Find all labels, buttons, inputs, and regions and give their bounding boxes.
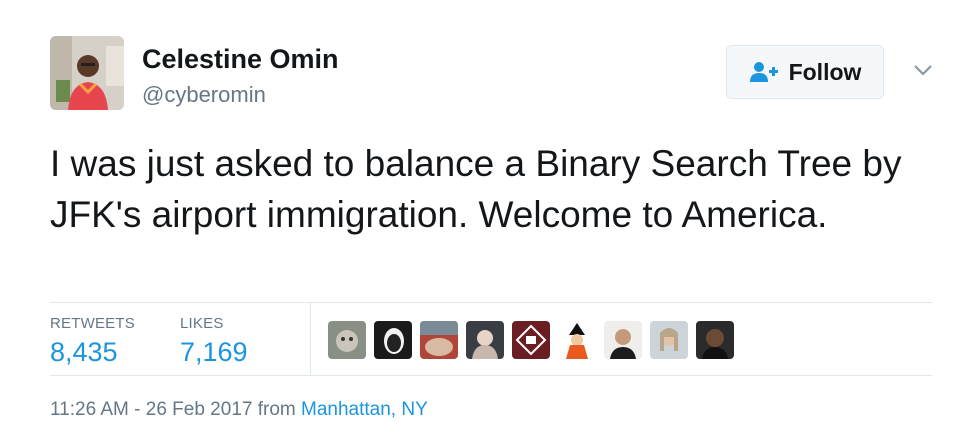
liker-avatar[interactable]: [374, 321, 412, 359]
retweets-label: RETWEETS: [50, 315, 135, 332]
liker-avatar[interactable]: [650, 321, 688, 359]
likers-avatars: [328, 321, 734, 359]
tweet-metadata: 11:26 AM - 26 Feb 2017 from Manhattan, N…: [50, 399, 428, 421]
from-label: from: [257, 399, 296, 420]
liker-avatar[interactable]: [558, 321, 596, 359]
stats-bottom-divider: [50, 375, 932, 376]
liker-avatar[interactable]: [328, 321, 366, 359]
user-name[interactable]: Celestine Omin: [142, 44, 339, 75]
timestamp[interactable]: 11:26 AM - 26 Feb 2017: [50, 399, 252, 420]
location-link[interactable]: Manhattan, NY: [301, 399, 428, 420]
avatar[interactable]: [50, 36, 124, 110]
liker-avatar[interactable]: [604, 321, 642, 359]
tweet-text: I was just asked to balance a Binary Sea…: [50, 143, 902, 235]
stats-separator: [310, 302, 311, 375]
add-user-icon: [749, 61, 779, 83]
user-handle[interactable]: @cyberomin: [142, 82, 266, 108]
retweets-count[interactable]: 8,435: [50, 337, 118, 368]
likes-label: LIKES: [180, 315, 224, 332]
follow-button[interactable]: Follow: [726, 45, 884, 99]
liker-avatar[interactable]: [420, 321, 458, 359]
liker-avatar[interactable]: [466, 321, 504, 359]
chevron-down-icon[interactable]: [910, 60, 936, 80]
follow-button-label: Follow: [788, 58, 862, 85]
avatar-image: [50, 36, 124, 110]
liker-avatar[interactable]: [696, 321, 734, 359]
liker-avatar[interactable]: [512, 321, 550, 359]
likes-count[interactable]: 7,169: [180, 337, 248, 368]
stats-top-divider: [50, 302, 932, 303]
